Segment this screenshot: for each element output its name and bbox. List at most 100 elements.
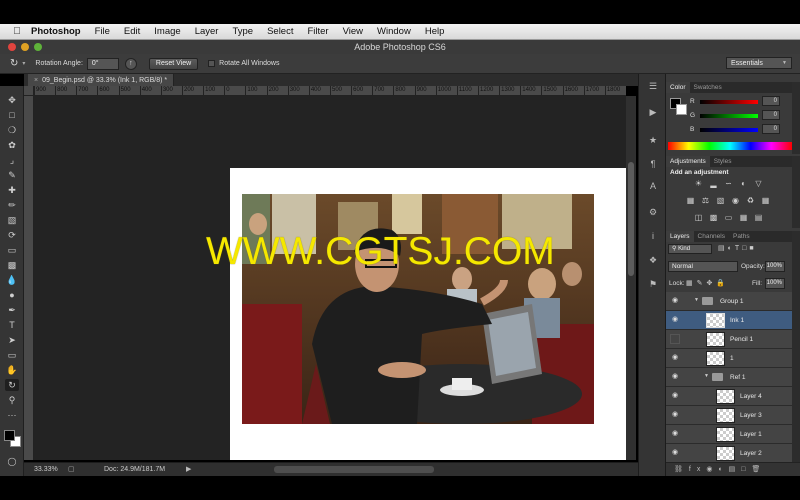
blend-mode-dropdown[interactable]: Normal	[668, 261, 738, 272]
layer-row-layer-1[interactable]: ◉ Layer 1	[666, 425, 792, 444]
character-panel-icon[interactable]: A	[647, 180, 659, 192]
quick-selection-tool-icon[interactable]: ✿	[5, 139, 19, 151]
curves-icon[interactable]: ∽	[724, 179, 733, 188]
tab-layers[interactable]: Layers	[666, 231, 694, 242]
status-info-icon[interactable]: ▢	[68, 465, 75, 473]
healing-brush-tool-icon[interactable]: ✚	[5, 184, 19, 196]
zoom-level[interactable]: 33.33%	[34, 466, 58, 473]
rotation-angle-input[interactable]: 0°	[86, 57, 119, 70]
menu-help[interactable]: Help	[418, 26, 452, 37]
marquee-tool-icon[interactable]: □	[5, 109, 19, 121]
properties-panel-icon[interactable]: ⚙	[647, 206, 659, 218]
color-lookup-icon[interactable]: ▦	[761, 196, 770, 205]
lasso-tool-icon[interactable]: ❍	[5, 124, 19, 136]
color-balance-icon[interactable]: ⚖	[701, 196, 710, 205]
layer-row-layer-4[interactable]: ◉ Layer 4	[666, 387, 792, 406]
hand-tool-icon[interactable]: ✋	[5, 364, 19, 376]
crop-tool-icon[interactable]: ⌟	[5, 154, 19, 166]
canvas-vertical-scroll-thumb[interactable]	[628, 162, 634, 276]
apple-icon[interactable]: 	[10, 26, 24, 37]
menu-file[interactable]: File	[88, 26, 117, 37]
reset-view-button[interactable]: Reset View	[148, 57, 199, 70]
menu-view[interactable]: View	[336, 26, 370, 37]
brightness-contrast-icon[interactable]: ☀	[694, 179, 703, 188]
history-brush-tool-icon[interactable]: ⟳	[5, 229, 19, 241]
vibrance-icon[interactable]: ▽	[754, 179, 763, 188]
color-spectrum-bar[interactable]	[668, 142, 792, 150]
layer-filter-type-icons[interactable]: ▤◐T□■	[718, 244, 757, 252]
vertical-ruler[interactable]	[24, 96, 34, 460]
color-panel-background-swatch[interactable]	[676, 104, 687, 115]
menu-edit[interactable]: Edit	[117, 26, 147, 37]
rotate-all-windows-checkbox[interactable]	[208, 60, 216, 67]
threshold-icon[interactable]: ▭	[724, 213, 733, 222]
lock-icons[interactable]: ▦✎✥🔒	[686, 279, 729, 287]
visibility-eye-icon[interactable]: ◉	[670, 353, 680, 363]
layer-row-layer-3[interactable]: ◉ Layer 3	[666, 406, 792, 425]
tab-adjustments[interactable]: Adjustments	[666, 156, 710, 167]
menu-layer[interactable]: Layer	[188, 26, 226, 37]
menu-photoshop[interactable]: Photoshop	[24, 26, 88, 37]
layer-row-1[interactable]: ◉ 1	[666, 349, 792, 368]
zoom-window-button[interactable]	[34, 43, 42, 51]
tool-preset-dropdown-icon[interactable]: ▾	[22, 60, 25, 67]
selective-color-icon[interactable]: ▦	[739, 213, 748, 222]
tab-paths[interactable]: Paths	[729, 231, 754, 242]
document-tab[interactable]: × 09_Begin.psd @ 33.3% (Ink 1, RGB/8) *	[28, 74, 175, 86]
path-selection-tool-icon[interactable]: ➤	[5, 334, 19, 346]
visibility-eye-icon[interactable]: ◉	[670, 372, 680, 382]
visibility-eye-icon[interactable]: ◉	[670, 410, 680, 420]
menu-image[interactable]: Image	[147, 26, 187, 37]
layers-panel-scrollbar[interactable]	[792, 231, 800, 464]
workspace-switcher[interactable]: Essentials ▼	[726, 57, 792, 69]
paragraph-panel-icon[interactable]: ¶	[647, 158, 659, 170]
document-canvas[interactable]	[230, 168, 626, 460]
close-window-button[interactable]	[8, 43, 16, 51]
gradient-tool-icon[interactable]: ▩	[5, 259, 19, 271]
tool-presets-icon[interactable]: ⚑	[647, 278, 659, 290]
invert-icon[interactable]: ◫	[694, 213, 703, 222]
blue-value-input[interactable]: 0	[762, 124, 780, 134]
layer-row-ink-1[interactable]: ◉ Ink 1	[666, 311, 792, 330]
tab-styles[interactable]: Styles	[710, 156, 736, 167]
photo-filter-icon[interactable]: ◉	[731, 196, 740, 205]
green-slider[interactable]	[700, 114, 758, 118]
menu-filter[interactable]: Filter	[300, 26, 335, 37]
history-panel-icon[interactable]: ☰	[647, 80, 659, 92]
visibility-eye-icon[interactable]: ◉	[670, 448, 680, 458]
dodge-tool-icon[interactable]: ●	[5, 289, 19, 301]
tab-swatches[interactable]: Swatches	[690, 82, 726, 93]
posterize-icon[interactable]: ▩	[709, 213, 718, 222]
canvas-horizontal-scrollbar[interactable]	[274, 466, 434, 473]
menu-select[interactable]: Select	[260, 26, 300, 37]
more-tools-icon[interactable]: ···	[5, 409, 19, 421]
ruler-origin[interactable]	[24, 86, 34, 96]
layer-filter-dropdown[interactable]: ⚲ Kind	[668, 244, 712, 254]
expand-triangle-icon[interactable]: ▼	[694, 297, 699, 303]
adjustments-panel-scrollbar[interactable]	[792, 156, 800, 228]
opacity-input[interactable]: 100%	[765, 261, 785, 272]
rotate-view-tool-icon[interactable]: ↻	[10, 58, 18, 69]
rotate-view-tool-icon[interactable]: ↻	[5, 379, 19, 391]
black-white-icon[interactable]: ▧	[716, 196, 725, 205]
eraser-tool-icon[interactable]: ▭	[5, 244, 19, 256]
menu-type[interactable]: Type	[225, 26, 260, 37]
blur-tool-icon[interactable]: 💧	[5, 274, 19, 286]
horizontal-ruler[interactable]: 900 800 700 600 500 400 300 200 100 0 100 200 300 400…	[34, 86, 626, 96]
rotation-dial-icon[interactable]: ↑	[124, 57, 137, 70]
visibility-eye-icon[interactable]: ◉	[670, 296, 680, 306]
clone-stamp-tool-icon[interactable]: ▧	[5, 214, 19, 226]
gradient-map-icon[interactable]: ▤	[754, 213, 763, 222]
move-tool-icon[interactable]: ✥	[5, 94, 19, 106]
canvas-vertical-scrollbar[interactable]	[626, 96, 636, 460]
hue-saturation-icon[interactable]: ▦	[686, 196, 695, 205]
foreground-color-swatch-front[interactable]	[4, 430, 15, 441]
tab-channels[interactable]: Channels	[694, 231, 729, 242]
layers-footer-buttons[interactable]: ⛓fx◉◐▤□🗑	[666, 462, 800, 476]
channel-mixer-icon[interactable]: ♻	[746, 196, 755, 205]
visibility-eye-icon[interactable]: ◉	[670, 391, 680, 401]
shape-tool-icon[interactable]: ▭	[5, 349, 19, 361]
layer-row-layer-2[interactable]: ◉ Layer 2	[666, 444, 792, 462]
brush-presets-icon[interactable]: ★	[647, 134, 659, 146]
close-tab-icon[interactable]: ×	[34, 77, 38, 84]
